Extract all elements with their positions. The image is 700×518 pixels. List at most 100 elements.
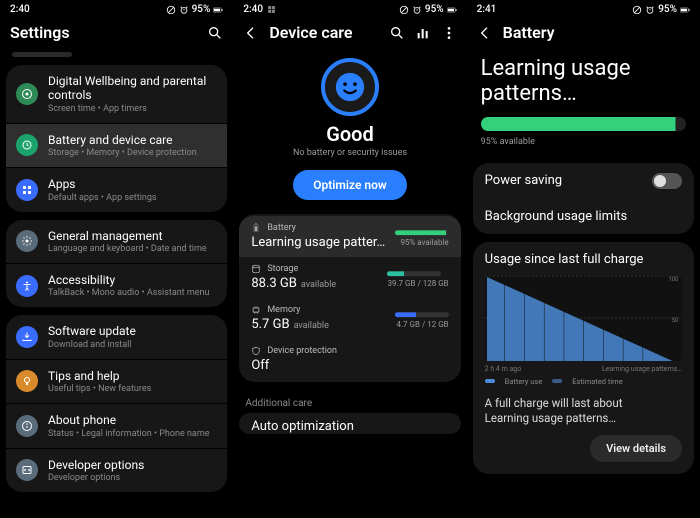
dnd-icon (632, 5, 642, 15)
page-title: Device care (269, 23, 378, 42)
additional-care-label: Additional care (233, 390, 466, 411)
apps-icon (16, 179, 38, 201)
dnd-icon (166, 5, 176, 15)
row-unit: available (301, 280, 336, 290)
legend-label-a: Battery use (505, 377, 543, 386)
row-unit: available (294, 321, 329, 331)
row-value: 5.7 GB (251, 317, 289, 332)
chevron-left-icon (243, 25, 259, 41)
settings-group: Digital Wellbeing and parental controlsS… (6, 65, 227, 212)
status-word: Good (233, 122, 466, 146)
settings-item-about[interactable]: About phoneStatus • Legal information • … (6, 404, 227, 447)
usage-title: Usage since last full charge (485, 252, 682, 267)
memory-bar-fill (395, 312, 416, 317)
battery-screen: 2:41 95% Battery Learning usage patterns… (467, 0, 700, 518)
item-title: Apps (48, 177, 217, 191)
hero-title: Learning usage patterns… (481, 56, 686, 107)
chart-legend: Battery use Estimated time (485, 377, 682, 386)
item-title: Software update (48, 324, 217, 338)
settings-item-gear[interactable]: General managementLanguage and keyboard … (6, 220, 227, 263)
device-care-screen: 2:40 95% Device care Go (233, 0, 466, 518)
chart-button[interactable] (415, 25, 431, 41)
row-label: Memory (267, 305, 300, 315)
memory-icon (251, 305, 261, 315)
row-value: 88.3 GB (251, 276, 297, 291)
settings-item-dev[interactable]: Developer optionsDeveloper options (6, 449, 227, 492)
item-sub: Default apps • App settings (48, 193, 217, 203)
page-title: Settings (10, 23, 197, 42)
settings-item-care[interactable]: Battery and device careStorage • Memory … (6, 124, 227, 167)
search-button[interactable] (389, 25, 405, 41)
back-button[interactable] (243, 25, 259, 41)
settings-screen: 2:40 95% Settings Digital Wellbeing and … (0, 0, 233, 518)
row-value: Off (251, 358, 269, 373)
memory-row[interactable]: Memory 5.7 GBavailable 4.7 GB / 12 GB (239, 298, 460, 339)
status-bar: 2:40 95% (233, 0, 466, 17)
optimize-button[interactable]: Optimize now (293, 170, 406, 200)
svg-text:50: 50 (671, 317, 678, 324)
settings-group: Software update Download and install Tips … (6, 315, 227, 492)
more-button[interactable] (441, 25, 457, 41)
status-time: 2:41 (477, 4, 497, 15)
scroll-indicator (12, 52, 72, 57)
item-sub: Screen time • App timers (48, 104, 217, 114)
smile-icon (333, 70, 367, 104)
device-care-header: Device care (233, 17, 466, 52)
bg-limits-row[interactable]: Background usage limits (473, 199, 694, 234)
row-right: 95% available (395, 238, 449, 247)
a11y-icon (16, 275, 38, 297)
svg-text:100: 100 (668, 276, 679, 283)
more-vert-icon (441, 25, 457, 41)
auto-optimization-row[interactable]: Auto optimization (239, 413, 460, 434)
power-saving-row[interactable]: Power saving (473, 163, 694, 199)
item-title: General management (48, 229, 217, 243)
row-right: 39.7 GB / 128 GB (387, 279, 448, 288)
settings-item-a11y[interactable]: AccessibilityTalkBack • Mono audio • Ass… (6, 264, 227, 307)
dnd-icon (399, 5, 409, 15)
search-icon (207, 25, 223, 41)
settings-header: Settings (0, 17, 233, 52)
settings-item-tips[interactable]: Tips and helpUseful tips • New features (6, 360, 227, 403)
item-sub: Developer options (48, 473, 217, 483)
alarm-icon (412, 5, 422, 15)
shield-icon (251, 346, 261, 356)
status-icons: 95% (632, 4, 690, 15)
view-details-button[interactable]: View details (590, 435, 682, 462)
item-sub: Status • Legal information • Phone name (48, 429, 217, 439)
chart-x-left: 2 h 4 m ago (485, 365, 522, 373)
care-icon (16, 134, 38, 156)
item-title: Battery and device care (48, 133, 217, 147)
alarm-icon (179, 5, 189, 15)
dev-icon (16, 459, 38, 481)
bar-chart-icon (415, 25, 431, 41)
protection-row[interactable]: Device protection Off (239, 339, 460, 380)
settings-item-apps[interactable]: Apps Default apps • App settings (6, 168, 227, 211)
back-button[interactable] (477, 25, 493, 41)
storage-row[interactable]: Storage 88.3 GB available 39.7 GB / 128 G… (239, 257, 460, 298)
row-label: Battery (267, 223, 296, 233)
battery-row[interactable]: Battery Learning usage patter… 95% avail… (239, 216, 460, 257)
battery-icon (680, 5, 690, 15)
item-title: Accessibility (48, 273, 217, 287)
chart-x-right: Learning usage patterns… (602, 365, 682, 373)
item-sub: Useful tips • New features (48, 384, 217, 394)
storage-icon (251, 264, 261, 274)
power-saving-switch[interactable] (652, 173, 682, 189)
search-button[interactable] (207, 25, 223, 41)
settings-item-update[interactable]: Software update Download and install (6, 315, 227, 358)
chevron-left-icon (477, 25, 493, 41)
battery-pct: 95% (192, 4, 211, 15)
bg-limits-label: Background usage limits (485, 209, 628, 224)
settings-item-wellbeing[interactable]: Digital Wellbeing and parental controlsS… (6, 65, 227, 123)
settings-group: General managementLanguage and keyboard … (6, 220, 227, 308)
app-icon (267, 5, 276, 14)
item-sub: Download and install (48, 340, 217, 350)
battery-pct: 95% (425, 4, 444, 15)
legend-label-b: Estimated time (572, 377, 622, 386)
wellbeing-icon (16, 83, 38, 105)
storage-bar-fill (387, 271, 404, 276)
row-label: Storage (267, 264, 298, 274)
status-icons: 95% (166, 4, 224, 15)
battery-icon (251, 223, 261, 233)
usage-chart: 100 50 (485, 275, 682, 361)
